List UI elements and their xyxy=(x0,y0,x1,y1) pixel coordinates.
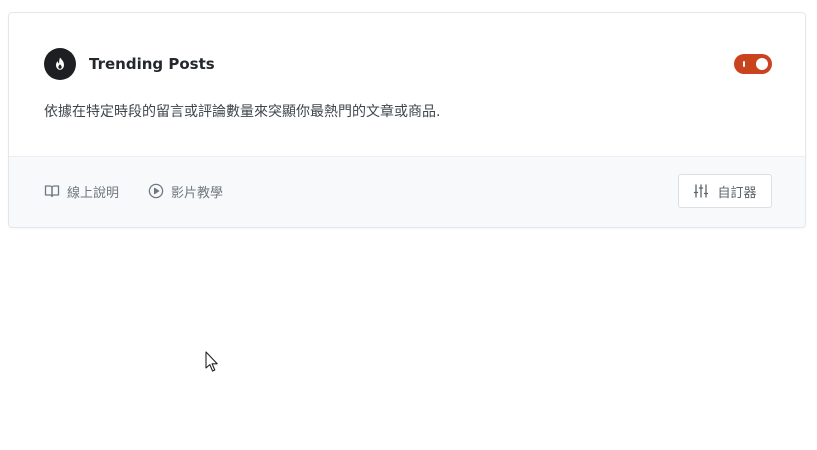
card-footer: 線上說明 影片教學 自訂器 xyxy=(9,156,805,227)
customizer-button[interactable]: 自訂器 xyxy=(678,174,772,208)
app-card: Trending Posts 依據在特定時段的留言或評論數量來突顯你最熱門的文章… xyxy=(8,12,806,228)
mouse-pointer-icon xyxy=(205,351,219,373)
book-icon xyxy=(44,183,60,199)
video-tutorial-label: 影片教學 xyxy=(171,185,224,201)
app-title: Trending Posts xyxy=(89,55,215,73)
enable-toggle[interactable] xyxy=(734,54,772,74)
customizer-label: 自訂器 xyxy=(717,185,757,201)
flame-icon xyxy=(44,48,76,80)
sliders-icon xyxy=(693,183,709,199)
card-header: Trending Posts 依據在特定時段的留言或評論數量來突顯你最熱門的文章… xyxy=(9,13,805,159)
play-circle-icon xyxy=(148,183,164,199)
app-description: 依據在特定時段的留言或評論數量來突顯你最熱門的文章或商品. xyxy=(44,104,441,120)
video-tutorial-link[interactable]: 影片教學 xyxy=(148,181,223,201)
toggle-on-mark xyxy=(743,61,745,67)
online-docs-link[interactable]: 線上說明 xyxy=(44,181,119,201)
online-docs-label: 線上說明 xyxy=(67,185,120,201)
toggle-knob xyxy=(756,58,768,70)
